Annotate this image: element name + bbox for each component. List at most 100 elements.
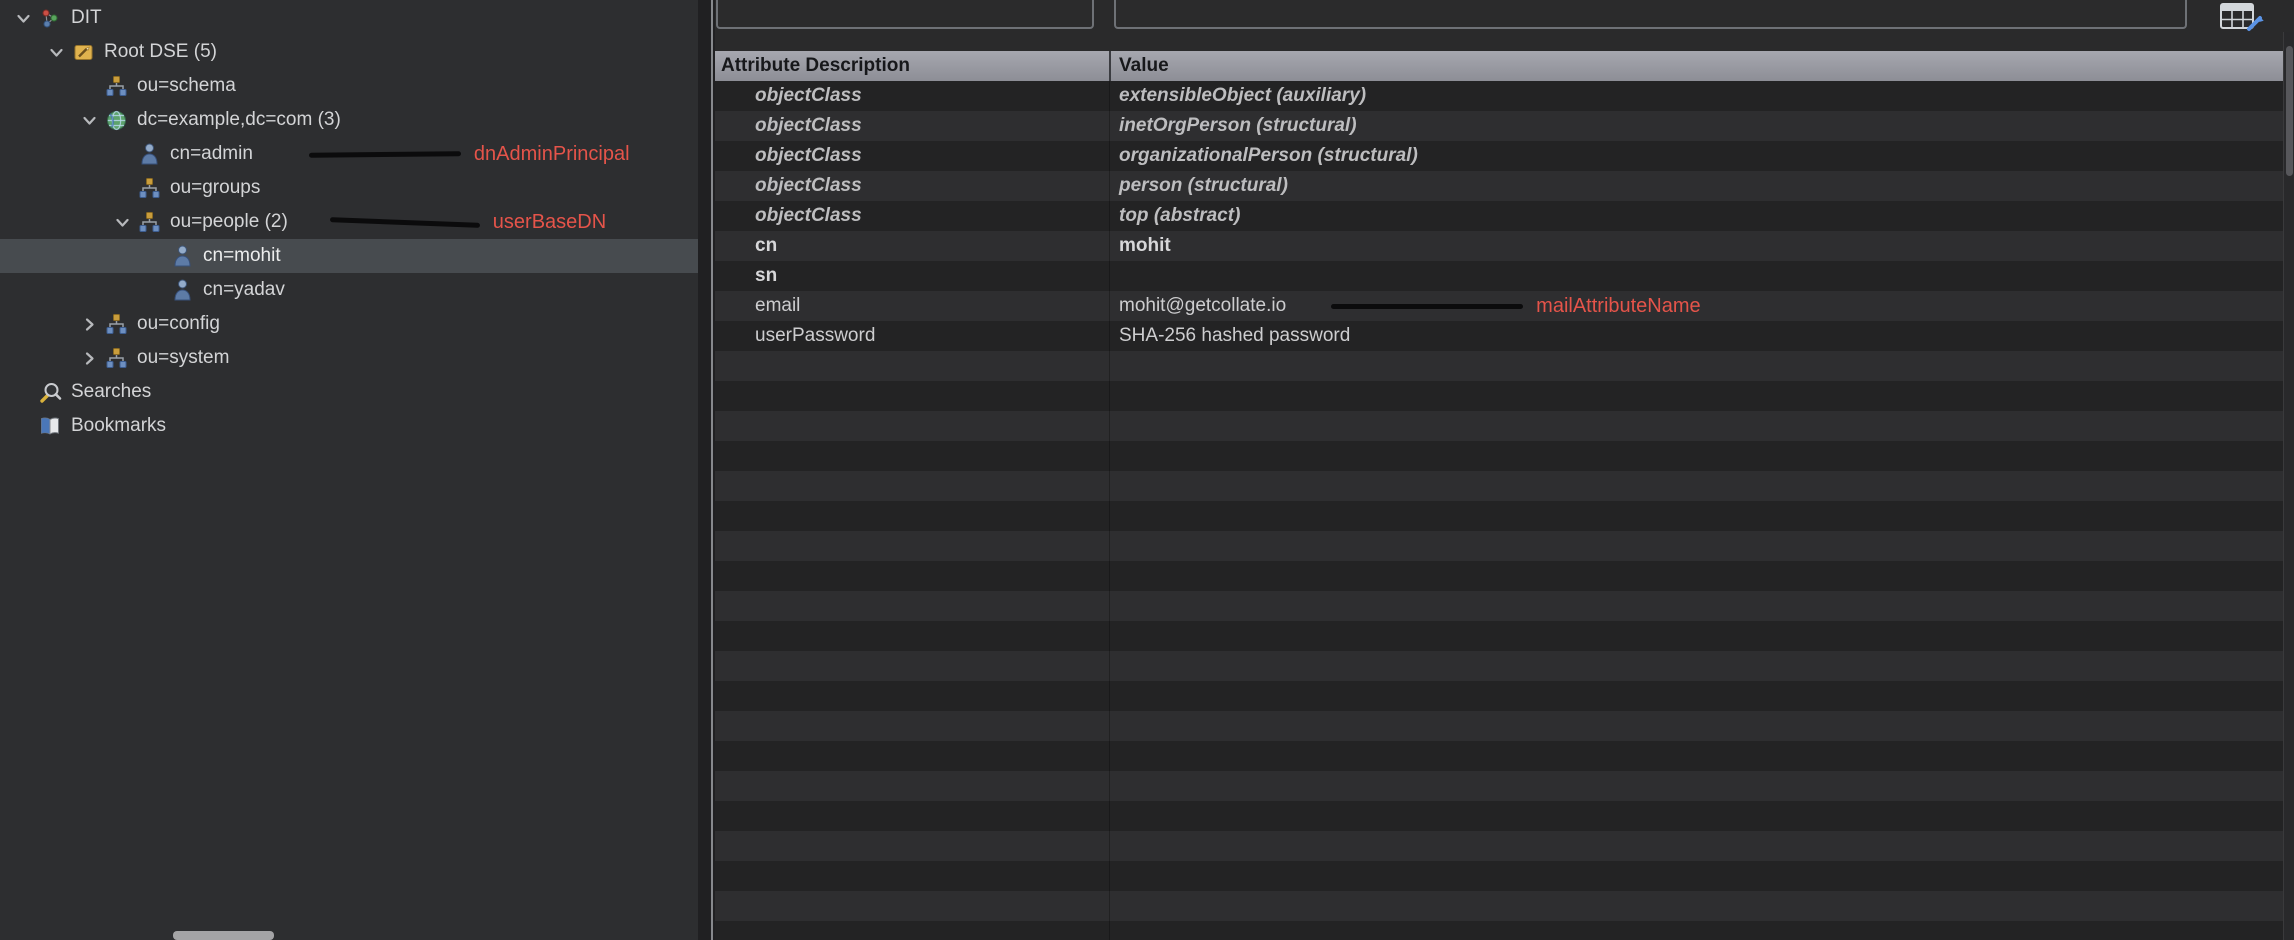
table-row[interactable]: cnmohit	[715, 231, 2283, 261]
table-row[interactable]: emailmohit@getcollate.iomailAttributeNam…	[715, 291, 2283, 321]
value-filter-input[interactable]	[1114, 0, 2187, 29]
tree-item-label: ou=groups	[170, 171, 260, 205]
tree-item-cn-admin[interactable]: cn=admindnAdminPrincipal	[0, 137, 698, 171]
table-row[interactable]: objectClass organizationalPerson (structu…	[715, 141, 2283, 171]
vertical-scrollbar-thumb[interactable]	[2286, 46, 2293, 176]
table-row-empty	[715, 591, 2283, 621]
attribute-cell[interactable]: email	[715, 295, 1109, 317]
tree-item-label: cn=yadav	[203, 273, 285, 307]
annotation-line	[309, 151, 461, 158]
attribute-cell[interactable]: objectClass	[715, 145, 1109, 167]
table-row[interactable]: userPassword SHA-256 hashed password	[715, 321, 2283, 351]
chevron-down-icon[interactable]	[41, 35, 71, 69]
table-row[interactable]: objectClassinetOrgPerson (structural)	[715, 111, 2283, 141]
tree-item-ou-system[interactable]: ou=system	[0, 341, 698, 375]
tree-item-label: ou=system	[137, 341, 229, 375]
value-cell	[1109, 711, 2283, 741]
value-cell	[1109, 831, 2283, 861]
value-cell	[1109, 351, 2283, 381]
attribute-filter-input[interactable]	[716, 0, 1094, 29]
tree-item-cn-yadav[interactable]: cn=yadav	[0, 273, 698, 307]
tree-item-cn-mohit[interactable]: cn=mohit	[0, 239, 698, 273]
value-cell[interactable]: extensibleObject (auxiliary)	[1109, 81, 2283, 111]
ldap-browser-window: DITRoot DSE (5)ou=schemadc=example,dc=co…	[0, 0, 2294, 940]
column-header-value[interactable]: Value	[1109, 51, 2283, 81]
tree-item-label: ou=people (2)	[170, 205, 288, 239]
value-cell[interactable]: SHA-256 hashed password	[1109, 321, 2283, 351]
value-cell	[1109, 801, 2283, 831]
person-icon	[170, 244, 194, 268]
tree-item-searches[interactable]: Searches	[0, 375, 698, 409]
value-cell[interactable]: inetOrgPerson (structural)	[1109, 111, 2283, 141]
tree-item-ou-people-2[interactable]: ou=people (2) userBaseDN	[0, 205, 698, 239]
dit-icon	[38, 6, 62, 30]
attribute-value: organizationalPerson (structural)	[1119, 145, 1418, 167]
tree-item-label: DIT	[71, 1, 102, 35]
org-unit-icon	[137, 210, 161, 234]
vertical-scrollbar[interactable]	[2283, 32, 2294, 940]
tree-item-label: ou=config	[137, 307, 220, 341]
attribute-cell[interactable]: objectClass	[715, 205, 1109, 227]
attribute-cell[interactable]: objectClass	[715, 175, 1109, 197]
attribute-cell[interactable]: objectClass	[715, 115, 1109, 137]
attribute-table: objectClassextensibleObject (auxiliary)o…	[715, 81, 2283, 940]
chevron-down-icon[interactable]	[8, 1, 38, 35]
attribute-value: extensibleObject (auxiliary)	[1119, 85, 1366, 107]
tree-item-ou-config[interactable]: ou=config	[0, 307, 698, 341]
table-row[interactable]: objectClass extensibleObject (auxiliary)	[715, 81, 2283, 111]
value-cell[interactable]: mohit	[1109, 231, 2283, 261]
tree-item-ou-groups[interactable]: ou=groups	[0, 171, 698, 205]
value-cell	[1109, 861, 2283, 891]
value-cell[interactable]: top (abstract)	[1109, 201, 2283, 231]
tree-item-bookmarks[interactable]: Bookmarks	[0, 409, 698, 443]
table-row[interactable]: objectClassperson (structural)	[715, 171, 2283, 201]
chevron-down-icon[interactable]	[107, 205, 137, 239]
table-row-empty	[715, 561, 2283, 591]
table-row-empty	[715, 831, 2283, 861]
annotation-text: userBaseDN	[493, 211, 606, 234]
tree-item-dc-example-dc-com-3[interactable]: dc=example,dc=com (3)	[0, 103, 698, 137]
org-unit-icon	[104, 74, 128, 98]
value-cell[interactable]: organizationalPerson (structural)	[1109, 141, 2283, 171]
chevron-spacer	[8, 409, 38, 443]
attribute-cell[interactable]: objectClass	[715, 85, 1109, 107]
annotation-text: dnAdminPrincipal	[474, 143, 630, 166]
chevron-down-icon[interactable]	[74, 103, 104, 137]
table-row-empty	[715, 651, 2283, 681]
value-cell[interactable]: mohit@getcollate.iomailAttributeName	[1109, 291, 2283, 321]
tree-item-ou-schema[interactable]: ou=schema	[0, 69, 698, 103]
table-editor-icon[interactable]	[2214, 1, 2270, 31]
tree-item-dit[interactable]: DIT	[0, 1, 698, 35]
horizontal-scrollbar-thumb[interactable]	[173, 931, 274, 940]
value-cell	[1109, 681, 2283, 711]
ldap-browser-tree-panel: DITRoot DSE (5)ou=schemadc=example,dc=co…	[0, 0, 698, 940]
value-cell[interactable]	[1109, 261, 2283, 291]
panel-splitter[interactable]	[698, 0, 715, 940]
table-row-empty	[715, 411, 2283, 441]
chevron-right-icon[interactable]	[74, 341, 104, 375]
table-row-empty	[715, 741, 2283, 771]
person-icon	[137, 142, 161, 166]
attribute-cell[interactable]: cn	[715, 235, 1109, 257]
table-row-empty	[715, 921, 2283, 940]
tree-item-label: Root DSE (5)	[104, 35, 217, 69]
domain-icon	[104, 108, 128, 132]
value-cell[interactable]: person (structural)	[1109, 171, 2283, 201]
tree-item-label: Searches	[71, 375, 151, 409]
table-row-empty	[715, 351, 2283, 381]
table-row[interactable]: objectClasstop (abstract)	[715, 201, 2283, 231]
table-row-empty	[715, 441, 2283, 471]
annotation-line	[330, 217, 480, 228]
chevron-right-icon[interactable]	[74, 307, 104, 341]
attribute-name: userPassword	[755, 325, 875, 346]
attribute-cell[interactable]: userPassword	[715, 325, 1109, 347]
attribute-cell[interactable]: sn	[715, 265, 1109, 287]
table-row-empty	[715, 711, 2283, 741]
table-row[interactable]: sn	[715, 261, 2283, 291]
attribute-name: objectClass	[755, 85, 862, 106]
attribute-name: sn	[755, 265, 777, 286]
org-unit-icon	[137, 176, 161, 200]
value-cell	[1109, 741, 2283, 771]
tree-item-root-dse-5[interactable]: Root DSE (5)	[0, 35, 698, 69]
column-header-attribute[interactable]: Attribute Description	[715, 51, 1109, 81]
